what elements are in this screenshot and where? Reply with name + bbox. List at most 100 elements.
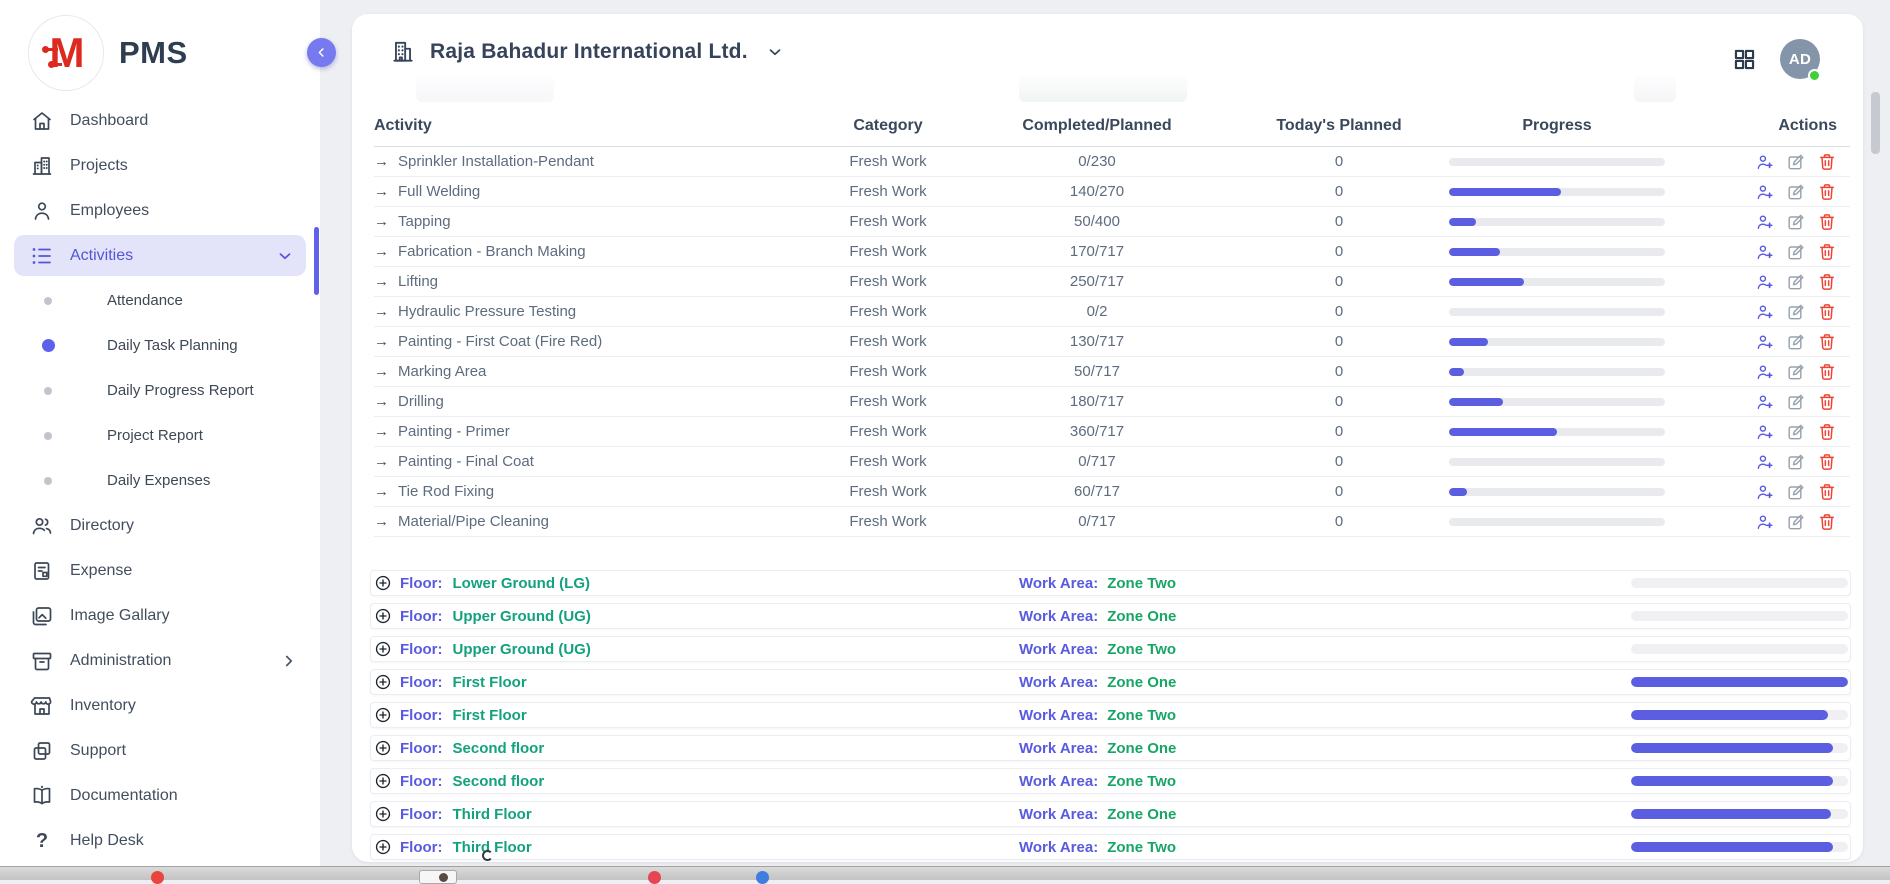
delete-button[interactable] xyxy=(1817,242,1837,262)
edit-button[interactable] xyxy=(1786,242,1806,262)
assign-user-button[interactable] xyxy=(1755,302,1775,322)
expand-plus-icon[interactable] xyxy=(374,739,392,757)
assign-user-button[interactable] xyxy=(1755,242,1775,262)
work-area-name: Zone One xyxy=(1107,740,1176,757)
sidebar-nav: Dashboard Projects Employees Activities … xyxy=(0,98,320,863)
expand-plus-icon[interactable] xyxy=(374,838,392,856)
page-scrollbar-thumb[interactable] xyxy=(1871,92,1880,154)
expand-plus-icon[interactable] xyxy=(374,607,392,625)
sidebar-item-project-report[interactable]: Project Report xyxy=(0,413,320,458)
delete-button[interactable] xyxy=(1817,362,1837,382)
sidebar-item-help-desk[interactable]: ? Help Desk xyxy=(0,818,320,863)
edit-button[interactable] xyxy=(1786,422,1806,442)
assign-user-button[interactable] xyxy=(1755,422,1775,442)
sidebar-item-documentation[interactable]: Documentation xyxy=(0,773,320,818)
taskbar-window-icon[interactable] xyxy=(419,870,457,884)
delete-button[interactable] xyxy=(1817,452,1837,472)
sidebar-item-support[interactable]: Support xyxy=(0,728,320,773)
edit-button[interactable] xyxy=(1786,182,1806,202)
assign-user-button[interactable] xyxy=(1755,452,1775,472)
sidebar-item-projects[interactable]: Projects xyxy=(0,143,320,188)
sidebar-collapse-button[interactable] xyxy=(307,38,336,67)
assign-user-button[interactable] xyxy=(1755,362,1775,382)
chevron-icon xyxy=(280,607,298,625)
expand-plus-icon[interactable] xyxy=(374,640,392,658)
floor-progress-bar-fill xyxy=(1631,842,1833,852)
delete-button[interactable] xyxy=(1817,272,1837,292)
sidebar-item-daily-progress-report[interactable]: Daily Progress Report xyxy=(0,368,320,413)
delete-button[interactable] xyxy=(1817,332,1837,352)
edit-button[interactable] xyxy=(1786,302,1806,322)
assign-user-button[interactable] xyxy=(1755,392,1775,412)
category-value: Fresh Work xyxy=(811,423,965,440)
sidebar-item-directory[interactable]: Directory xyxy=(0,503,320,548)
taskbar-app-icon[interactable] xyxy=(648,871,661,884)
apps-grid-button[interactable] xyxy=(1732,47,1757,72)
taskbar-app-icon[interactable] xyxy=(151,871,164,884)
sidebar-item-activities[interactable]: Activities xyxy=(14,235,306,276)
sidebar-item-label: Activities xyxy=(70,247,276,265)
floor-name: Second floor xyxy=(453,740,545,757)
sidebar-item-employees[interactable]: Employees xyxy=(0,188,320,233)
expand-plus-icon[interactable] xyxy=(374,673,392,691)
sidebar-item-attendance[interactable]: Attendance xyxy=(0,278,320,323)
edit-button[interactable] xyxy=(1786,452,1806,472)
edit-button[interactable] xyxy=(1786,272,1806,292)
progress-bar xyxy=(1449,248,1665,256)
delete-button[interactable] xyxy=(1817,512,1837,532)
delete-button[interactable] xyxy=(1817,422,1837,442)
progress-bar xyxy=(1449,368,1665,376)
edit-button[interactable] xyxy=(1786,152,1806,172)
assign-user-button[interactable] xyxy=(1755,152,1775,172)
edit-button[interactable] xyxy=(1786,332,1806,352)
progress-bar xyxy=(1449,398,1665,406)
sidebar-item-daily-expenses[interactable]: Daily Expenses xyxy=(0,458,320,503)
edit-button[interactable] xyxy=(1786,512,1806,532)
main-content-card: Raja Bahadur International Ltd. AD Activ… xyxy=(352,14,1863,862)
sidebar-item-inventory[interactable]: Inventory xyxy=(0,683,320,728)
category-value: Fresh Work xyxy=(811,333,965,350)
expand-plus-icon[interactable] xyxy=(374,706,392,724)
floor-label: Floor: xyxy=(400,641,443,658)
work-area-label: Work Area: xyxy=(1019,839,1098,856)
delete-button[interactable] xyxy=(1817,482,1837,502)
delete-button[interactable] xyxy=(1817,182,1837,202)
company-selector[interactable]: Raja Bahadur International Ltd. xyxy=(390,39,784,65)
sidebar-item-label: Expense xyxy=(70,562,280,580)
edit-button[interactable] xyxy=(1786,212,1806,232)
edit-button[interactable] xyxy=(1786,362,1806,382)
app-logo[interactable]: M PMS xyxy=(28,15,188,91)
assign-user-button[interactable] xyxy=(1755,182,1775,202)
sidebar-item-expense[interactable]: Expense xyxy=(0,548,320,593)
arrow-right-icon: → xyxy=(374,423,389,440)
table-row: → Tie Rod Fixing Fresh Work 60/717 0 xyxy=(374,477,1850,507)
assign-user-button[interactable] xyxy=(1755,332,1775,352)
chevron-icon xyxy=(280,517,298,535)
expand-plus-icon[interactable] xyxy=(374,805,392,823)
sidebar-item-dashboard[interactable]: Dashboard xyxy=(0,98,320,143)
table-row: → Marking Area Fresh Work 50/717 0 xyxy=(374,357,1850,387)
delete-button[interactable] xyxy=(1817,152,1837,172)
delete-button[interactable] xyxy=(1817,212,1837,232)
delete-button[interactable] xyxy=(1817,302,1837,322)
assign-user-button[interactable] xyxy=(1755,482,1775,502)
delete-button[interactable] xyxy=(1817,392,1837,412)
brand-logo-icon: M xyxy=(28,15,104,91)
sidebar-item-image-gallary[interactable]: Image Gallary xyxy=(0,593,320,638)
todays-planned-value: 0 xyxy=(1229,243,1449,260)
expand-plus-icon[interactable] xyxy=(374,574,392,592)
assign-user-button[interactable] xyxy=(1755,272,1775,292)
assign-user-button[interactable] xyxy=(1755,212,1775,232)
progress-bar xyxy=(1449,278,1665,286)
taskbar-app-icon[interactable] xyxy=(756,871,769,884)
sidebar-item-label: Support xyxy=(70,742,280,760)
floor-progress-bar-fill xyxy=(1631,809,1831,819)
edit-button[interactable] xyxy=(1786,392,1806,412)
sidebar-item-daily-task-planning[interactable]: Daily Task Planning xyxy=(0,323,320,368)
sidebar-item-administration[interactable]: Administration xyxy=(0,638,320,683)
sidebar-scrollbar-thumb[interactable] xyxy=(314,227,319,295)
edit-button[interactable] xyxy=(1786,482,1806,502)
expand-plus-icon[interactable] xyxy=(374,772,392,790)
chevron-icon xyxy=(280,562,298,580)
assign-user-button[interactable] xyxy=(1755,512,1775,532)
